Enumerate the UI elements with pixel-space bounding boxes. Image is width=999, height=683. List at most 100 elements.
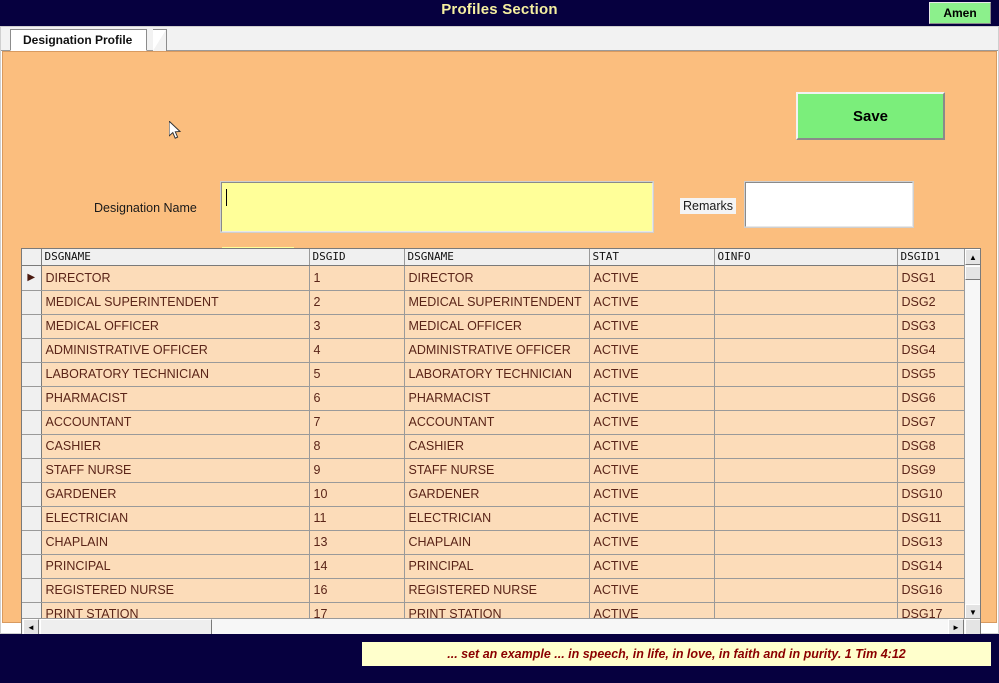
table-cell[interactable]: 16 <box>309 578 405 603</box>
row-selector-cell[interactable] <box>22 530 42 555</box>
grid-vertical-scrollbar[interactable]: ▲ ▼ <box>964 249 980 620</box>
table-cell[interactable]: DSG5 <box>897 362 965 387</box>
table-cell[interactable] <box>714 314 898 339</box>
table-cell[interactable]: PRINCIPAL <box>404 554 590 579</box>
table-row[interactable]: STAFF NURSE 9 STAFF NURSE ACTIVE DSG9 <box>22 458 965 483</box>
table-row[interactable]: MEDICAL SUPERINTENDENT 2 MEDICAL SUPERINTE… <box>22 290 965 315</box>
table-cell[interactable]: ACTIVE <box>589 506 715 531</box>
table-row[interactable]: REGISTERED NURSE 16 REGISTERED NURSE ACTIVE… <box>22 578 965 603</box>
table-cell[interactable]: ACTIVE <box>589 578 715 603</box>
table-cell[interactable]: DSG11 <box>897 506 965 531</box>
table-cell[interactable]: ACCOUNTANT <box>404 410 590 435</box>
column-header-dsgid[interactable]: DSGID <box>309 249 405 266</box>
table-cell[interactable] <box>714 482 898 507</box>
table-cell[interactable]: ACTIVE <box>589 410 715 435</box>
column-header-stat[interactable]: STAT <box>589 249 715 266</box>
table-cell[interactable]: 3 <box>309 314 405 339</box>
table-cell[interactable]: DSG3 <box>897 314 965 339</box>
table-cell[interactable]: 2 <box>309 290 405 315</box>
table-cell[interactable]: ACTIVE <box>589 386 715 411</box>
table-cell[interactable]: LABORATORY TECHNICIAN <box>404 362 590 387</box>
column-header-dsgname-2[interactable]: DSGNAME <box>404 249 590 266</box>
table-cell[interactable]: ADMINISTRATIVE OFFICER <box>41 338 310 363</box>
table-cell[interactable] <box>714 265 898 291</box>
table-cell[interactable]: PRINT STATION <box>404 602 590 619</box>
table-cell[interactable]: ADMINISTRATIVE OFFICER <box>404 338 590 363</box>
table-row[interactable]: CASHIER 8 CASHIER ACTIVE DSG8 <box>22 434 965 459</box>
table-cell[interactable]: STAFF NURSE <box>404 458 590 483</box>
row-selector-cell[interactable] <box>22 554 42 579</box>
table-cell[interactable]: ACTIVE <box>589 530 715 555</box>
table-cell[interactable]: DIRECTOR <box>404 265 590 291</box>
table-cell[interactable]: PRINCIPAL <box>41 554 310 579</box>
table-row[interactable]: MEDICAL OFFICER 3 MEDICAL OFFICER ACTIVE DSG… <box>22 314 965 339</box>
table-cell[interactable]: 1 <box>309 265 405 291</box>
table-cell[interactable]: DSG7 <box>897 410 965 435</box>
table-cell[interactable]: DSG9 <box>897 458 965 483</box>
table-cell[interactable] <box>714 578 898 603</box>
table-cell[interactable]: MEDICAL OFFICER <box>41 314 310 339</box>
table-row[interactable]: ACCOUNTANT 7 ACCOUNTANT ACTIVE DSG7 <box>22 410 965 435</box>
table-cell[interactable] <box>714 530 898 555</box>
table-cell[interactable]: DSG16 <box>897 578 965 603</box>
table-cell[interactable] <box>714 554 898 579</box>
table-cell[interactable]: CASHIER <box>404 434 590 459</box>
table-cell[interactable]: PHARMACIST <box>404 386 590 411</box>
row-selector-cell[interactable] <box>22 290 42 315</box>
row-selector-cell[interactable] <box>22 602 42 619</box>
table-cell[interactable]: MEDICAL OFFICER <box>404 314 590 339</box>
table-cell[interactable]: ELECTRICIAN <box>404 506 590 531</box>
table-cell[interactable]: LABORATORY TECHNICIAN <box>41 362 310 387</box>
row-selector-cell[interactable] <box>22 338 42 363</box>
table-row[interactable]: ADMINISTRATIVE OFFICER 4 ADMINISTRATIVE OF… <box>22 338 965 363</box>
table-cell[interactable]: DSG1 <box>897 265 965 291</box>
row-selector-cell[interactable] <box>22 578 42 603</box>
scroll-up-arrow-icon[interactable]: ▲ <box>965 249 980 265</box>
table-cell[interactable]: 6 <box>309 386 405 411</box>
table-cell[interactable]: 17 <box>309 602 405 619</box>
table-cell[interactable]: DSG2 <box>897 290 965 315</box>
row-selector-cell[interactable] <box>22 482 42 507</box>
table-cell[interactable]: ACTIVE <box>589 434 715 459</box>
table-cell[interactable] <box>714 410 898 435</box>
table-cell[interactable] <box>714 386 898 411</box>
table-cell[interactable] <box>714 362 898 387</box>
table-cell[interactable]: ACTIVE <box>589 602 715 619</box>
table-cell[interactable]: DSG8 <box>897 434 965 459</box>
table-cell[interactable]: ACTIVE <box>589 338 715 363</box>
table-cell[interactable]: ACTIVE <box>589 265 715 291</box>
designation-name-input[interactable] <box>220 181 654 233</box>
table-row[interactable]: LABORATORY TECHNICIAN 5 LABORATORY TECHNIC… <box>22 362 965 387</box>
table-cell[interactable]: CHAPLAIN <box>404 530 590 555</box>
table-cell[interactable]: MEDICAL SUPERINTENDENT <box>404 290 590 315</box>
table-cell[interactable]: DSG6 <box>897 386 965 411</box>
amen-button[interactable]: Amen <box>929 2 991 24</box>
table-row[interactable]: ELECTRICIAN 11 ELECTRICIAN ACTIVE DSG11 <box>22 506 965 531</box>
table-cell[interactable]: DSG4 <box>897 338 965 363</box>
table-cell[interactable]: 13 <box>309 530 405 555</box>
table-cell[interactable]: ACTIVE <box>589 458 715 483</box>
row-selector-cell[interactable] <box>22 506 42 531</box>
row-selector-cell[interactable] <box>22 458 42 483</box>
table-cell[interactable]: 11 <box>309 506 405 531</box>
table-cell[interactable]: CHAPLAIN <box>41 530 310 555</box>
table-cell[interactable] <box>714 338 898 363</box>
table-cell[interactable]: MEDICAL SUPERINTENDENT <box>41 290 310 315</box>
row-selector-cell[interactable] <box>22 410 42 435</box>
designation-data-grid[interactable]: DSGNAME DSGID DSGNAME STAT OINFO DSGID1 … <box>21 248 981 637</box>
table-cell[interactable]: 7 <box>309 410 405 435</box>
table-cell[interactable]: ACTIVE <box>589 362 715 387</box>
table-cell[interactable]: PHARMACIST <box>41 386 310 411</box>
row-selector-cell[interactable]: ▶ <box>22 265 42 291</box>
table-cell[interactable] <box>714 290 898 315</box>
table-cell[interactable]: ACTIVE <box>589 554 715 579</box>
table-row[interactable]: PRINCIPAL 14 PRINCIPAL ACTIVE DSG14 <box>22 554 965 579</box>
table-cell[interactable]: GARDENER <box>404 482 590 507</box>
row-selector-cell[interactable] <box>22 434 42 459</box>
table-cell[interactable] <box>714 602 898 619</box>
table-cell[interactable]: 10 <box>309 482 405 507</box>
table-cell[interactable]: PRINT STATION <box>41 602 310 619</box>
row-selector-cell[interactable] <box>22 386 42 411</box>
table-row[interactable]: GARDENER 10 GARDENER ACTIVE DSG10 <box>22 482 965 507</box>
table-cell[interactable]: 9 <box>309 458 405 483</box>
